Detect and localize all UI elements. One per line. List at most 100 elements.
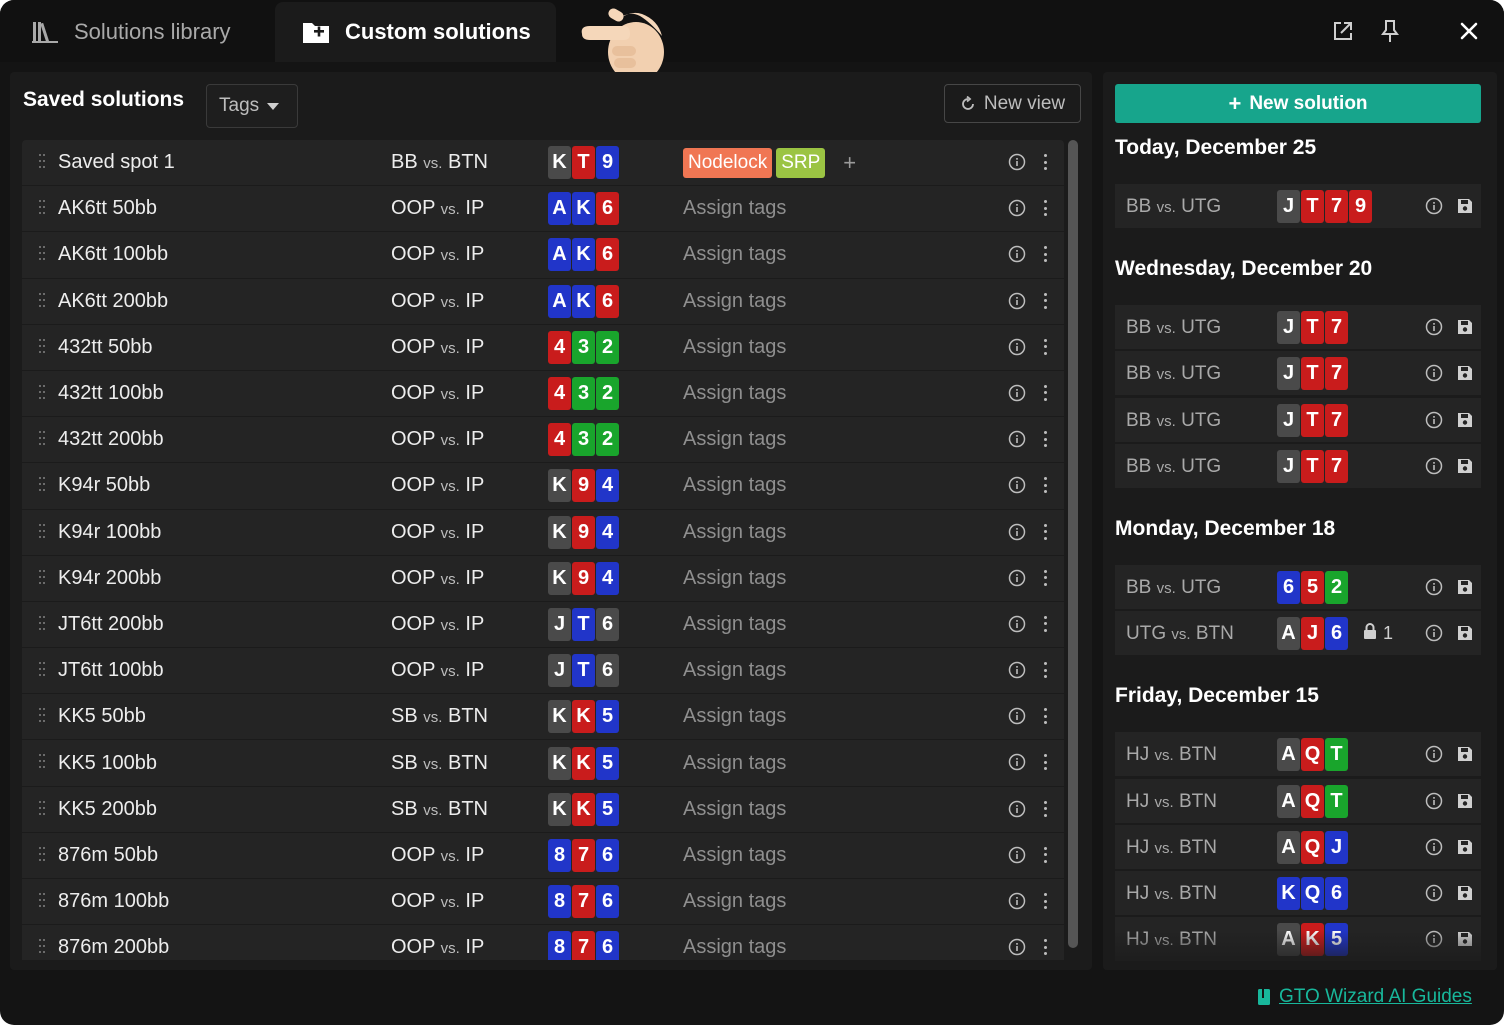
- info-icon[interactable]: [1425, 884, 1443, 902]
- drag-handle-icon[interactable]: [39, 200, 45, 216]
- save-icon[interactable]: [1457, 198, 1473, 214]
- recent-solution-row[interactable]: UTG vs. BTN A J 6 1: [1115, 611, 1481, 657]
- more-options-icon[interactable]: [1044, 431, 1048, 448]
- drag-handle-icon[interactable]: [39, 708, 45, 724]
- drag-handle-icon[interactable]: [39, 939, 45, 955]
- info-icon[interactable]: [1008, 615, 1026, 633]
- drag-handle-icon[interactable]: [39, 431, 45, 447]
- info-icon[interactable]: [1425, 624, 1443, 642]
- more-options-icon[interactable]: [1044, 615, 1048, 632]
- drag-handle-icon[interactable]: [39, 292, 45, 309]
- info-icon[interactable]: [1425, 745, 1443, 763]
- more-options-icon[interactable]: [1044, 754, 1048, 771]
- more-options-icon[interactable]: [1044, 338, 1048, 355]
- table-row[interactable]: K94r 200bb OOP vs. IP K 9 4 Assign tags: [22, 555, 1064, 602]
- assign-tags-button[interactable]: Assign tags: [683, 428, 786, 451]
- recent-solution-row[interactable]: HJ vs. BTN A K 5: [1115, 917, 1481, 963]
- more-options-icon[interactable]: [1044, 800, 1048, 817]
- new-solution-button[interactable]: + New solution: [1115, 84, 1481, 123]
- recent-solution-row[interactable]: HJ vs. BTN A Q T: [1115, 732, 1481, 778]
- info-icon[interactable]: [1008, 938, 1026, 956]
- info-icon[interactable]: [1425, 457, 1443, 475]
- info-icon[interactable]: [1008, 892, 1026, 910]
- save-icon[interactable]: [1457, 365, 1473, 381]
- list-scrollbar[interactable]: [1066, 140, 1080, 950]
- recent-solution-row[interactable]: BB vs. UTG J T 7 9: [1115, 184, 1481, 229]
- info-icon[interactable]: [1425, 318, 1443, 336]
- info-icon[interactable]: [1008, 523, 1026, 541]
- assign-tags-button[interactable]: Assign tags: [683, 798, 786, 821]
- close-button[interactable]: [1452, 14, 1486, 48]
- recent-solution-row[interactable]: HJ vs. BTN K Q 6: [1115, 871, 1481, 916]
- table-row[interactable]: 432tt 200bb OOP vs. IP 4 3 2 Assign tags: [22, 417, 1064, 464]
- solution-name[interactable]: JT6tt 200bb: [58, 613, 164, 636]
- more-options-icon[interactable]: [1044, 292, 1048, 309]
- solution-name[interactable]: AK6tt 100bb: [58, 243, 168, 266]
- info-icon[interactable]: [1008, 476, 1026, 494]
- more-options-icon[interactable]: [1044, 154, 1048, 170]
- more-options-icon[interactable]: [1044, 477, 1048, 494]
- assign-tags-button[interactable]: Assign tags: [683, 613, 786, 636]
- drag-handle-icon[interactable]: [39, 662, 45, 678]
- more-options-icon[interactable]: [1044, 523, 1048, 540]
- save-icon[interactable]: [1457, 793, 1473, 809]
- drag-handle-icon[interactable]: [39, 246, 45, 262]
- drag-handle-icon[interactable]: [39, 477, 45, 493]
- info-icon[interactable]: [1008, 753, 1026, 771]
- solution-name[interactable]: Saved spot 1: [58, 151, 175, 174]
- recent-solution-row[interactable]: HJ vs. BTN A Q J: [1115, 824, 1481, 870]
- recent-solution-row[interactable]: BB vs. UTG J T 7: [1115, 351, 1481, 397]
- table-row[interactable]: 876m 100bb OOP vs. IP 8 7 6 Assign tags: [22, 879, 1064, 926]
- assign-tags-button[interactable]: Assign tags: [683, 243, 786, 266]
- new-view-button[interactable]: New view: [944, 84, 1081, 123]
- more-options-icon[interactable]: [1044, 569, 1048, 586]
- assign-tags-button[interactable]: Assign tags: [683, 474, 786, 497]
- table-row[interactable]: KK5 200bb SB vs. BTN K K 5 Assign tags: [22, 786, 1064, 833]
- assign-tags-button[interactable]: Assign tags: [683, 336, 786, 359]
- info-icon[interactable]: [1008, 707, 1026, 725]
- info-icon[interactable]: [1008, 338, 1026, 356]
- more-options-icon[interactable]: [1044, 893, 1048, 909]
- assign-tags-button[interactable]: Assign tags: [683, 290, 786, 313]
- more-options-icon[interactable]: [1044, 846, 1048, 863]
- assign-tags-button[interactable]: Assign tags: [683, 844, 786, 867]
- save-icon[interactable]: [1457, 839, 1473, 855]
- save-icon[interactable]: [1457, 458, 1473, 474]
- info-icon[interactable]: [1425, 838, 1443, 856]
- drag-handle-icon[interactable]: [39, 800, 45, 817]
- info-icon[interactable]: [1008, 292, 1026, 310]
- assign-tags-button[interactable]: Assign tags: [683, 890, 786, 913]
- save-icon[interactable]: [1457, 319, 1473, 335]
- save-icon[interactable]: [1457, 931, 1473, 947]
- table-row[interactable]: 876m 50bb OOP vs. IP 8 7 6 Assign tags: [22, 832, 1064, 879]
- more-options-icon[interactable]: [1044, 939, 1048, 956]
- drag-handle-icon[interactable]: [39, 893, 45, 909]
- table-row[interactable]: JT6tt 200bb OOP vs. IP J T 6 Assign tags: [22, 601, 1064, 649]
- info-icon[interactable]: [1425, 364, 1443, 382]
- recent-solution-row[interactable]: BB vs. UTG J T 7: [1115, 443, 1481, 489]
- assign-tags-button[interactable]: Assign tags: [683, 382, 786, 405]
- table-row[interactable]: AK6tt 200bb OOP vs. IP A K 6 Assign tags: [22, 278, 1064, 325]
- drag-handle-icon[interactable]: [39, 384, 45, 401]
- table-row[interactable]: K94r 100bb OOP vs. IP K 9 4 Assign tags: [22, 509, 1064, 556]
- solution-name[interactable]: 432tt 100bb: [58, 382, 164, 405]
- table-row[interactable]: AK6tt 50bb OOP vs. IP A K 6 Assign tags: [22, 186, 1064, 233]
- assign-tags-button[interactable]: Assign tags: [683, 197, 786, 220]
- save-icon[interactable]: [1457, 579, 1473, 595]
- info-icon[interactable]: [1425, 930, 1443, 948]
- pop-out-button[interactable]: [1326, 14, 1360, 48]
- save-icon[interactable]: [1457, 412, 1473, 428]
- solution-name[interactable]: KK5 200bb: [58, 798, 157, 821]
- info-icon[interactable]: [1008, 199, 1026, 217]
- assign-tags-button[interactable]: Assign tags: [683, 705, 786, 728]
- pin-button[interactable]: [1373, 14, 1407, 48]
- info-icon[interactable]: [1008, 569, 1026, 587]
- solution-name[interactable]: 876m 100bb: [58, 890, 169, 913]
- more-options-icon[interactable]: [1044, 246, 1048, 263]
- solution-name[interactable]: KK5 100bb: [58, 752, 157, 775]
- table-row[interactable]: JT6tt 100bb OOP vs. IP J T 6 Assign tags: [22, 648, 1064, 695]
- drag-handle-icon[interactable]: [39, 338, 45, 355]
- solution-name[interactable]: 432tt 50bb: [58, 336, 153, 359]
- more-options-icon[interactable]: [1044, 384, 1048, 401]
- info-icon[interactable]: [1008, 245, 1026, 263]
